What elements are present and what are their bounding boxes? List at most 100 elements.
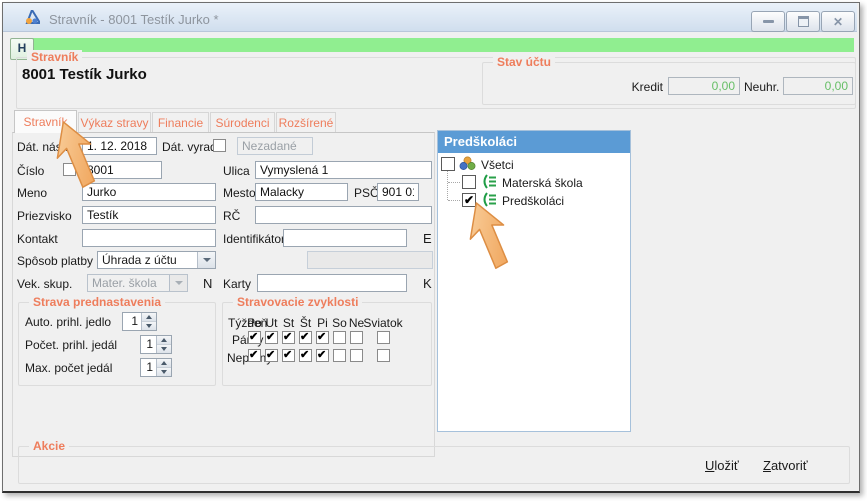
vek-skup-select: Mater. škola (87, 274, 188, 292)
max-pocet-value: 1 (141, 359, 156, 376)
spin-up-icon[interactable] (157, 336, 171, 344)
all-groups-icon (459, 156, 476, 171)
holiday-label: Sviatok (362, 316, 404, 330)
dat-vyrad-field (237, 137, 313, 155)
meno-field[interactable] (82, 183, 216, 201)
pocet-prihl-value: 1 (141, 336, 156, 353)
neparny-st-checkbox[interactable] (282, 349, 295, 362)
auto-prihl-label: Auto. prihl. jedlo (25, 315, 111, 329)
parny-po-checkbox[interactable] (248, 331, 261, 344)
day-label-so: So (331, 316, 348, 330)
app-logo-icon (24, 10, 40, 25)
dat-nast-label: Dát. nást. (17, 140, 68, 154)
neparny-sviatok-checkbox[interactable] (377, 349, 390, 362)
tab-vykaz-stravy[interactable]: Výkaz stravy (78, 112, 151, 132)
dat-nast-field[interactable] (82, 137, 157, 155)
minimize-button[interactable] (751, 11, 785, 32)
cislo-label: Číslo (17, 164, 44, 178)
vek-skup-value: Mater. škola (88, 275, 169, 291)
max-pocet-label: Max. počet jedál (25, 361, 112, 375)
auto-prihl-stepper[interactable]: 1 (122, 312, 157, 331)
day-label-st: St (280, 316, 297, 330)
parny-sviatok-checkbox[interactable] (377, 331, 390, 344)
cislo-checkbox[interactable] (63, 163, 76, 176)
sposob-platby-select[interactable]: Úhrada z účtu (97, 251, 216, 269)
neparny-ne-checkbox[interactable] (350, 349, 363, 362)
maximize-button[interactable] (786, 11, 820, 32)
save-button[interactable]: Uložiť (705, 458, 739, 473)
tree-vsetci-label[interactable]: Všetci (481, 158, 514, 172)
k-letter: K (423, 276, 432, 291)
priezvisko-label: Priezvisko (17, 209, 72, 223)
tree-predskolaci-checkbox[interactable] (462, 193, 476, 207)
pocet-prihl-stepper[interactable]: 1 (140, 335, 172, 354)
neparny-pi-checkbox[interactable] (316, 349, 329, 362)
e-letter: E (423, 231, 432, 246)
status-strip (12, 38, 854, 52)
tab-rozsirene[interactable]: Rozšírené (276, 112, 336, 132)
cislo-field[interactable] (82, 161, 162, 179)
spin-down-icon[interactable] (157, 344, 171, 353)
identifikator-field[interactable] (283, 229, 407, 247)
pocet-prihl-label: Počet. prihl. jedál (25, 338, 117, 352)
parny-ut-checkbox[interactable] (265, 331, 278, 344)
actions-group-label: Akcie (29, 439, 69, 453)
tree-vsetci-checkbox[interactable] (441, 157, 455, 171)
neparny-po-checkbox[interactable] (248, 349, 261, 362)
spin-down-icon[interactable] (142, 321, 156, 330)
ulica-field[interactable] (255, 161, 432, 179)
close-button[interactable]: ✕ (821, 11, 855, 32)
tab-surodenci[interactable]: Súrodenci (210, 112, 275, 132)
karty-label: Karty (223, 277, 251, 291)
close-dialog-button[interactable]: Zatvoriť (763, 458, 808, 473)
priezvisko-field[interactable] (82, 206, 216, 224)
parny-ne-checkbox[interactable] (350, 331, 363, 344)
mesto-field[interactable] (255, 183, 348, 201)
presets-group-label: Strava prednastavenia (29, 295, 165, 309)
parny-pi-checkbox[interactable] (316, 331, 329, 344)
tree-materska-label[interactable]: Materská škola (502, 176, 583, 190)
title-bar: Stravník - 8001 Testík Jurko * ✕ (3, 3, 857, 32)
tree-materska-checkbox[interactable] (462, 175, 476, 189)
tab-financie[interactable]: Financie (152, 112, 209, 132)
account-group-label: Stav účtu (493, 55, 555, 69)
parny-so-checkbox[interactable] (333, 331, 346, 344)
close-icon: ✕ (833, 16, 843, 28)
chevron-down-icon (169, 275, 187, 291)
kredit-label: Kredit (610, 80, 663, 94)
spin-down-icon[interactable] (157, 367, 171, 376)
rc-field[interactable] (255, 206, 432, 224)
day-label-st2: Št (297, 316, 314, 330)
mesto-label: Mesto (223, 186, 256, 200)
karty-field[interactable] (257, 274, 407, 292)
parny-st-checkbox[interactable] (282, 331, 295, 344)
member-group-label: Stravník (27, 50, 82, 64)
n-letter: N (203, 276, 212, 291)
psc-field[interactable] (377, 183, 419, 201)
sposob-platby-value: Úhrada z účtu (98, 252, 197, 268)
neuhr-label: Neuhr. (744, 80, 779, 94)
kredit-value-field (668, 77, 740, 95)
group-icon (481, 174, 497, 189)
spin-up-icon[interactable] (157, 359, 171, 367)
identifikator-label: Identifikátor (223, 232, 285, 246)
tab-stravnik[interactable]: Stravník (14, 110, 77, 133)
member-name: 8001 Testík Jurko (22, 66, 147, 83)
meno-label: Meno (17, 186, 47, 200)
tree-connector (448, 182, 460, 183)
neparny-ut-checkbox[interactable] (265, 349, 278, 362)
parny-st2-checkbox[interactable] (299, 331, 312, 344)
tree-connector (447, 171, 448, 200)
chevron-down-icon[interactable] (197, 252, 215, 268)
day-label-pi: Pi (314, 316, 331, 330)
spin-up-icon[interactable] (142, 313, 156, 321)
neparny-so-checkbox[interactable] (333, 349, 346, 362)
dat-vyrad-label: Dát. vyrad. (162, 140, 220, 154)
neparny-st2-checkbox[interactable] (299, 349, 312, 362)
kontakt-field[interactable] (82, 229, 216, 247)
tree-predskolaci-label[interactable]: Predškoláci (502, 194, 564, 208)
day-label-po: Po (246, 316, 263, 330)
dat-vyrad-checkbox[interactable] (213, 139, 226, 152)
max-pocet-stepper[interactable]: 1 (140, 358, 172, 377)
kontakt-label: Kontakt (17, 232, 58, 246)
